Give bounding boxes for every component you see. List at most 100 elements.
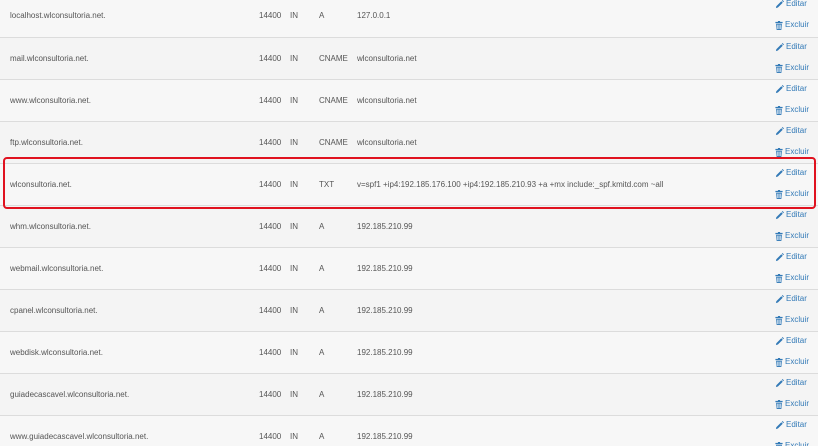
edit-button[interactable]: Editar [775, 336, 807, 346]
edit-button[interactable]: Editar [775, 84, 807, 94]
record-name: cpanel.wlconsultoria.net. [10, 305, 98, 315]
delete-button[interactable]: Excluir [775, 441, 809, 446]
delete-button[interactable]: Excluir [775, 63, 809, 73]
record-type: CNAME [319, 95, 348, 105]
edit-button[interactable]: Editar [775, 0, 807, 9]
trash-icon [775, 441, 783, 446]
record-value: 192.185.210.99 [357, 305, 413, 315]
record-name: whm.wlconsultoria.net. [10, 221, 91, 231]
delete-button[interactable]: Excluir [775, 189, 809, 199]
table-row-highlighted: wlconsultoria.net. 14400 IN TXT v=spf1 +… [0, 164, 818, 206]
record-ttl: 14400 [259, 53, 282, 63]
record-type: A [319, 431, 325, 441]
delete-button[interactable]: Excluir [775, 231, 809, 241]
edit-button[interactable]: Editar [775, 210, 807, 220]
record-type: CNAME [319, 53, 348, 63]
trash-icon [775, 273, 783, 283]
record-ttl: 14400 [259, 347, 282, 357]
record-actions: Editar Excluir [775, 206, 818, 247]
record-class: IN [290, 95, 298, 105]
edit-button[interactable]: Editar [775, 420, 807, 430]
record-ttl: 14400 [259, 11, 282, 20]
table-row: localhost.wlconsultoria.net. 14400 IN A … [0, 0, 818, 38]
record-class: IN [290, 347, 298, 357]
record-name: www.guiadecascavel.wlconsultoria.net. [10, 431, 149, 441]
record-class: IN [290, 389, 298, 399]
delete-button[interactable]: Excluir [775, 147, 809, 157]
trash-icon [775, 315, 783, 325]
delete-label: Excluir [785, 147, 810, 156]
trash-icon [775, 63, 783, 73]
delete-label: Excluir [785, 357, 810, 366]
record-class: IN [290, 431, 298, 441]
edit-button[interactable]: Editar [775, 378, 807, 388]
record-value: wlconsultoria.net [357, 137, 417, 147]
pencil-icon [775, 252, 784, 262]
record-name: webdisk.wlconsultoria.net. [10, 347, 103, 357]
trash-icon [775, 399, 783, 409]
table-row: webmail.wlconsultoria.net. 14400 IN A 19… [0, 248, 818, 290]
record-name: wlconsultoria.net. [10, 179, 72, 189]
record-type: A [319, 11, 325, 20]
pencil-icon [775, 336, 784, 346]
record-class: IN [290, 221, 298, 231]
record-name: ftp.wlconsultoria.net. [10, 137, 83, 147]
edit-label: Editar [786, 294, 807, 303]
delete-button[interactable]: Excluir [775, 357, 809, 367]
record-actions: Editar Excluir [775, 38, 818, 79]
delete-button[interactable]: Excluir [775, 273, 809, 283]
delete-button[interactable]: Excluir [775, 105, 809, 115]
record-value: v=spf1 +ip4:192.185.176.100 +ip4:192.185… [357, 179, 664, 189]
record-actions: Editar Excluir [775, 80, 818, 121]
table-row: whm.wlconsultoria.net. 14400 IN A 192.18… [0, 206, 818, 248]
record-class: IN [290, 53, 298, 63]
delete-label: Excluir [785, 231, 810, 240]
record-actions: Editar Excluir [775, 416, 818, 446]
delete-button[interactable]: Excluir [775, 20, 809, 30]
record-name: www.wlconsultoria.net. [10, 95, 91, 105]
record-ttl: 14400 [259, 137, 282, 147]
delete-label: Excluir [785, 20, 810, 29]
record-ttl: 14400 [259, 263, 282, 273]
edit-label: Editar [786, 42, 807, 51]
trash-icon [775, 147, 783, 157]
record-actions: Editar Excluir [775, 374, 818, 415]
record-type: A [319, 347, 325, 357]
pencil-icon [775, 126, 784, 136]
table-row: mail.wlconsultoria.net. 14400 IN CNAME w… [0, 38, 818, 80]
delete-button[interactable]: Excluir [775, 399, 809, 409]
record-value: 192.185.210.99 [357, 389, 413, 399]
record-type: TXT [319, 179, 335, 189]
edit-label: Editar [786, 168, 807, 177]
edit-button[interactable]: Editar [775, 294, 807, 304]
edit-button[interactable]: Editar [775, 42, 807, 52]
record-type: A [319, 305, 325, 315]
table-row: guiadecascavel.wlconsultoria.net. 14400 … [0, 374, 818, 416]
record-actions: Editar Excluir [775, 122, 818, 163]
table-row: webdisk.wlconsultoria.net. 14400 IN A 19… [0, 332, 818, 374]
table-row: www.wlconsultoria.net. 14400 IN CNAME wl… [0, 80, 818, 122]
record-class: IN [290, 137, 298, 147]
trash-icon [775, 20, 783, 30]
delete-label: Excluir [785, 399, 810, 408]
delete-label: Excluir [785, 63, 810, 72]
edit-label: Editar [786, 210, 807, 219]
record-value: 127.0.0.1 [357, 11, 391, 20]
record-name: localhost.wlconsultoria.net. [10, 11, 106, 20]
record-name: webmail.wlconsultoria.net. [10, 263, 104, 273]
delete-button[interactable]: Excluir [775, 315, 809, 325]
trash-icon [775, 231, 783, 241]
record-class: IN [290, 263, 298, 273]
pencil-icon [775, 294, 784, 304]
edit-button[interactable]: Editar [775, 252, 807, 262]
record-type: A [319, 389, 325, 399]
pencil-icon [775, 168, 784, 178]
delete-label: Excluir [785, 189, 810, 198]
edit-button[interactable]: Editar [775, 126, 807, 136]
record-ttl: 14400 [259, 431, 282, 441]
table-row: www.guiadecascavel.wlconsultoria.net. 14… [0, 416, 818, 446]
record-ttl: 14400 [259, 389, 282, 399]
delete-label: Excluir [785, 105, 810, 114]
edit-button[interactable]: Editar [775, 168, 807, 178]
delete-label: Excluir [785, 315, 810, 324]
